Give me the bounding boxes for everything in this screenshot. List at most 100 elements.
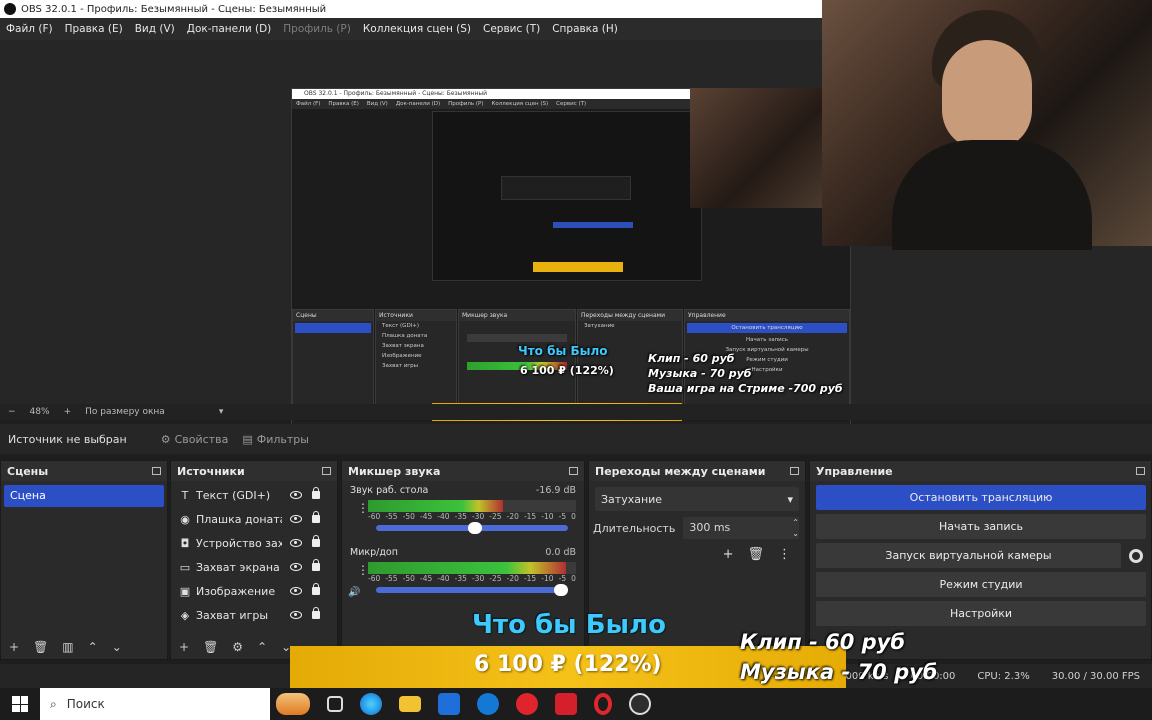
nested-menu-item: Коллекция сцен (S) <box>491 101 549 107</box>
settings-button[interactable]: Настройки <box>816 601 1146 626</box>
menu-item[interactable]: Справка (H) <box>552 23 618 35</box>
source-item[interactable]: ◈ Захват игры <box>171 603 337 627</box>
volume-meter <box>368 500 576 512</box>
eye-icon[interactable] <box>290 515 302 523</box>
source-item[interactable]: ▭ Захват экрана <box>171 555 337 579</box>
studio-mode-button[interactable]: Режим студии <box>816 572 1146 597</box>
move-up-icon[interactable]: ⌃ <box>257 640 267 654</box>
eye-icon[interactable] <box>290 539 302 547</box>
eye-icon[interactable] <box>290 563 302 571</box>
menu-item[interactable]: Правка (E) <box>65 23 123 35</box>
source-gear-icon[interactable]: ⚙ <box>232 640 243 654</box>
menu-item[interactable]: Коллекция сцен (S) <box>363 23 471 35</box>
speaker-icon[interactable]: 🔊 <box>348 587 360 598</box>
menu-item[interactable]: Сервис (T) <box>483 23 540 35</box>
source-item[interactable]: T Текст (GDI+) <box>171 483 337 507</box>
mail-icon[interactable] <box>477 693 499 715</box>
meter-tick-label: -20 <box>506 574 519 583</box>
transition-value: Затухание <box>601 492 663 506</box>
lock-icon[interactable] <box>312 583 320 595</box>
opera-icon[interactable] <box>594 693 612 715</box>
spin-arrows-icon[interactable]: ⌃ ⌄ <box>792 517 799 539</box>
source-item[interactable]: ◉ Плашка доната <box>171 507 337 531</box>
taskbar-search[interactable]: ⌕ Поиск <box>40 688 270 720</box>
lock-icon[interactable] <box>312 535 320 547</box>
source-list: T Текст (GDI+) ◉ Плашка доната ◘ Устройство з… <box>171 483 337 627</box>
filters-button[interactable]: ▤ Фильтры <box>242 433 309 446</box>
chevron-down-icon[interactable]: ▾ <box>219 407 224 417</box>
controls-title: Управление <box>816 464 893 478</box>
float-dock-icon[interactable] <box>152 467 161 475</box>
edge-browser-icon[interactable] <box>360 693 382 715</box>
trash-icon[interactable]: 🗑 <box>747 547 764 562</box>
yandex-icon[interactable] <box>555 693 577 715</box>
obs-logo-icon <box>4 3 16 15</box>
gear-icon[interactable] <box>1129 548 1143 563</box>
volume-slider[interactable] <box>376 584 568 596</box>
volume-slider[interactable] <box>376 522 568 534</box>
eye-icon[interactable] <box>290 587 302 595</box>
move-down-icon[interactable]: ⌄ <box>112 640 122 654</box>
stop-stream-button[interactable]: Остановить трансляцию <box>816 485 1146 510</box>
nested-record: Начать запись <box>745 337 789 343</box>
kebab-menu-icon[interactable]: ⋮ <box>778 547 791 562</box>
store-icon[interactable] <box>438 693 460 715</box>
float-dock-icon[interactable] <box>322 467 331 475</box>
lock-icon[interactable] <box>312 559 320 571</box>
properties-button[interactable]: ⚙ Свойства <box>161 433 229 446</box>
virtual-camera-button[interactable]: Запуск виртуальной камеры <box>816 543 1121 568</box>
fit-mode-label[interactable]: По размеру окна <box>85 407 165 417</box>
float-dock-icon[interactable] <box>790 467 799 475</box>
menu-item[interactable]: Файл (F) <box>6 23 53 35</box>
add-source-button[interactable]: + <box>179 640 189 654</box>
meter-tick-label: -5 <box>558 512 567 521</box>
menu-item[interactable]: Профиль (P) <box>283 23 351 35</box>
trash-icon[interactable]: 🗑 <box>33 640 48 654</box>
lock-icon[interactable] <box>312 511 320 523</box>
nested-source: Изображение <box>382 353 422 359</box>
zoom-in-button[interactable]: + <box>64 407 72 417</box>
meter-scale: -60 -55 -50 -45 -40 -35 -30 -25 -20 -15 -10 -5 0 <box>368 574 576 583</box>
start-record-button[interactable]: Начать запись <box>816 514 1146 539</box>
move-up-icon[interactable]: ⌃ <box>88 640 98 654</box>
meter-tick-label: -50 <box>402 574 415 583</box>
obs-taskbar-icon[interactable] <box>629 693 651 715</box>
scene-filters-icon[interactable]: ▥ <box>62 640 73 654</box>
source-name: Устройство захвата видео <box>196 536 282 550</box>
float-dock-icon[interactable] <box>569 467 578 475</box>
float-dock-icon[interactable] <box>1136 467 1145 475</box>
lock-icon[interactable] <box>312 487 320 499</box>
scene-item[interactable]: Сцена <box>4 485 164 507</box>
zoom-out-button[interactable]: − <box>8 407 16 417</box>
menu-item[interactable]: Вид (V) <box>135 23 175 35</box>
meter-tick-label: -60 <box>368 574 381 583</box>
add-scene-button[interactable]: + <box>9 640 19 654</box>
yandex-browser-icon[interactable] <box>516 693 538 715</box>
windows-start-icon[interactable] <box>12 696 28 712</box>
task-view-icon[interactable] <box>327 696 343 712</box>
meter-tick-label: -30 <box>471 574 485 583</box>
add-transition-button[interactable]: + <box>723 547 734 562</box>
source-item[interactable]: ◘ Устройство захвата видео <box>171 531 337 555</box>
lock-icon[interactable] <box>312 607 320 619</box>
donation-amount: 6 100 ₽ (122%) <box>474 652 662 677</box>
slider-knob[interactable] <box>554 584 568 596</box>
meter-level <box>368 562 566 574</box>
eye-icon[interactable] <box>290 491 302 499</box>
source-item[interactable]: ▣ Изображение <box>171 579 337 603</box>
chevron-down-icon: ▾ <box>787 492 793 506</box>
duration-spinbox[interactable]: 300 ms ⌃ ⌄ <box>683 517 799 539</box>
eye-icon[interactable] <box>290 611 302 619</box>
nested-donate-title: Что бы Было <box>518 344 608 358</box>
file-explorer-icon[interactable] <box>399 696 421 712</box>
transition-select[interactable]: Затухание ▾ <box>595 487 799 511</box>
sources-header: Источники <box>171 461 337 481</box>
menu-item[interactable]: Док-панели (D) <box>187 23 272 35</box>
trash-icon[interactable]: 🗑 <box>203 640 218 654</box>
slider-knob[interactable] <box>467 522 482 534</box>
nested-price-music: Музыка - 70 руб <box>648 367 752 380</box>
nested-scenes-title: Сцены <box>293 310 373 321</box>
properties-label: Свойства <box>174 432 229 446</box>
webcam-hoodie <box>892 140 1092 250</box>
search-highlight-icon[interactable] <box>276 693 310 715</box>
